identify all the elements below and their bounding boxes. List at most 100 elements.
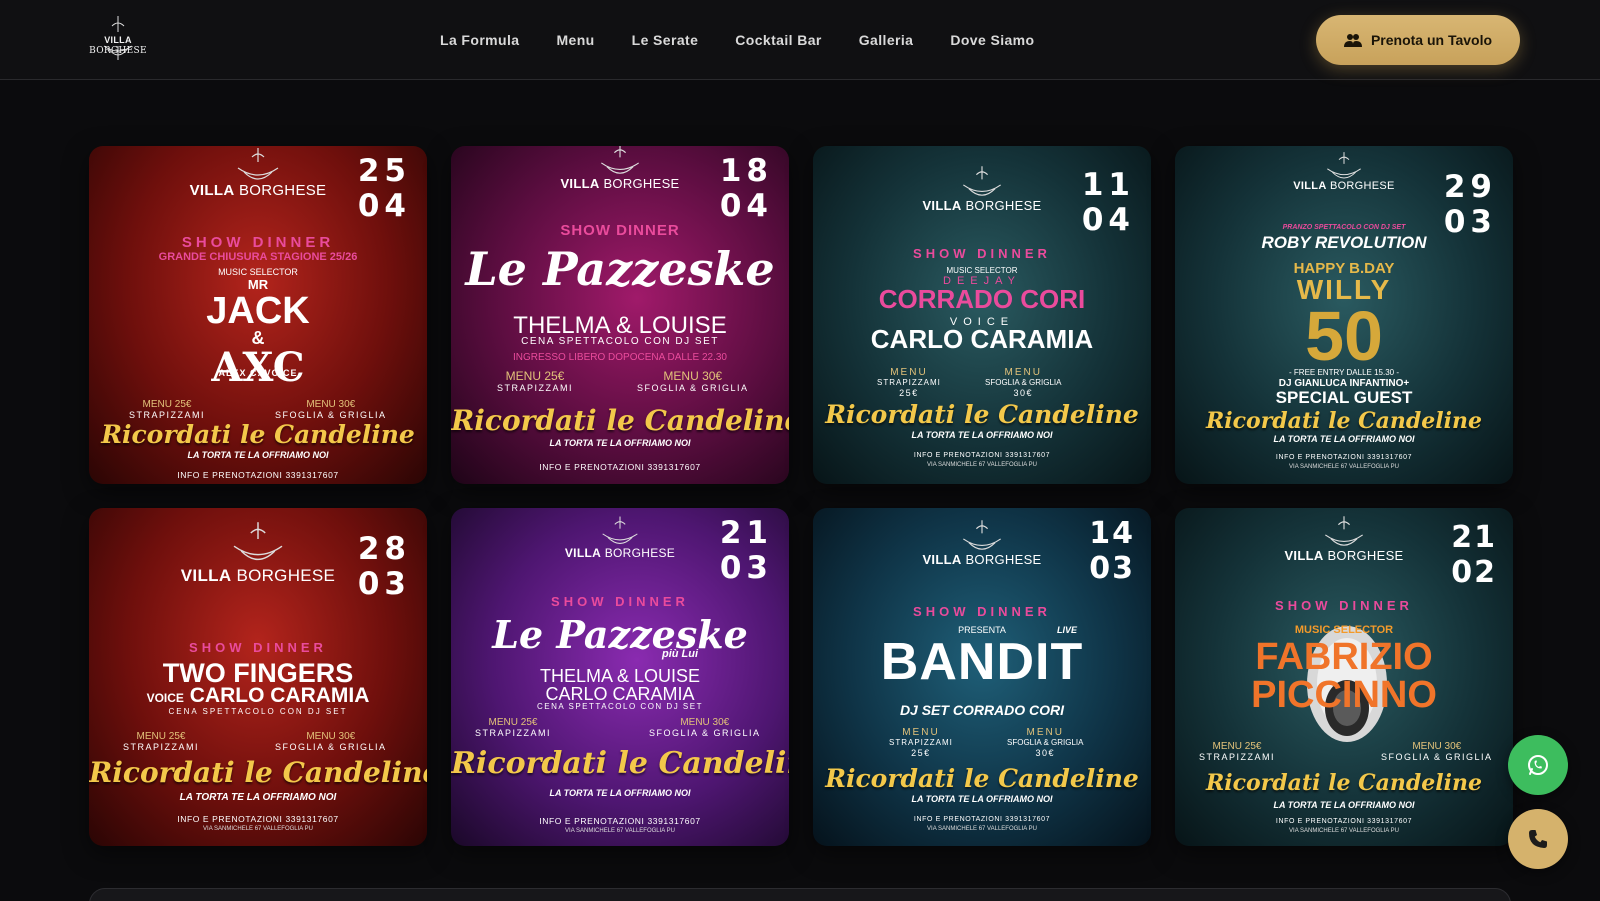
venue-address: VIA SANMICHELE 67 VALLEFOGLIA PU [1289, 464, 1399, 470]
nav-galleria[interactable]: Galleria [859, 32, 914, 48]
venue-address: VIA SANMICHELE 67 VALLEFOGLIA PU [565, 828, 675, 834]
menu-right: MENU 30€ SFOGLIA & GRIGLIA [649, 717, 761, 739]
booking-info: INFO E PRENOTAZIONI 3391317607 [1275, 454, 1413, 461]
menu-left: MENU 25€ STRAPIZZAMI [475, 717, 552, 739]
event-cena: CENA SPETTACOLO CON DJ SET [521, 336, 719, 347]
booking-info: INFO E PRENOTAZIONI 3391317607 [539, 462, 701, 472]
chandelier-icon [601, 146, 639, 174]
candeline-tagline: LA TORTA TE LA OFFRIAMO NOI [187, 450, 329, 460]
candeline-script: Ricordati le Candeline [1206, 770, 1482, 796]
nav-la-formula[interactable]: La Formula [440, 32, 519, 48]
event-type: SHOW DINNER [913, 246, 1051, 261]
booking-info: INFO E PRENOTAZIONI 3391317607 [913, 452, 1051, 459]
event-pranzo: PRANZO SPETTACOLO CON DJ SET [1282, 224, 1406, 231]
event-type: SHOW DINNER [189, 640, 327, 655]
event-card[interactable]: 21 03 VILLA BORGHESE SHOW DINNER Le Pazze… [451, 508, 789, 846]
chandelier-icon [1325, 516, 1363, 546]
candeline-script: Ricordati le Candeline [825, 764, 1139, 793]
nav-cocktail-bar[interactable]: Cocktail Bar [735, 32, 822, 48]
whatsapp-icon [1528, 755, 1548, 775]
event-artist-2: CARLO CARAMIA [870, 324, 1094, 354]
card-brand: VILLA BORGHESE [1175, 516, 1513, 563]
menu-right: MENU SFOGLIA & GRIGLIA 30€ [985, 367, 1062, 399]
booking-info: INFO E PRENOTAZIONI 3391317607 [1275, 818, 1413, 825]
menu-right: MENU 30€ SFOGLIA & GRIGLIA [275, 399, 387, 421]
event-card[interactable]: 28 03 VILLA BORGHESE SHOW DINNER TWO FING… [89, 508, 427, 846]
event-dj: DJ SET CORRADO CORI [899, 702, 1065, 718]
event-artist-2-sub: ALEX C. VOICE [218, 368, 298, 378]
event-title-sub: più Lui [661, 648, 699, 660]
chandelier-icon [963, 166, 1001, 196]
event-card[interactable]: 18 04 VILLA BORGHESE SHOW DINNER Le Pazze… [451, 146, 789, 484]
call-button[interactable] [1508, 809, 1568, 869]
chandelier-icon [233, 522, 283, 561]
event-cena: CENA SPETTACOLO CON DJ SET [537, 702, 703, 711]
event-card[interactable]: 14 03 VILLA BORGHESE SHOW DINNER PRESENTA… [813, 508, 1151, 846]
event-cena: CENA SPETTACOLO CON DJ SET [168, 707, 348, 716]
venue-address: VIA SANMICHELE 67 VALLEFOGLIA PU [927, 462, 1037, 468]
booking-info: INFO E PRENOTAZIONI 3391317607 [177, 470, 339, 480]
nav-menu[interactable]: Menu [556, 32, 594, 48]
venue-address: VIA SANMICHELE 67 VALLEFOGLIA PU [927, 826, 1037, 832]
event-number: 50 [1305, 297, 1383, 375]
menu-left: MENU 25€ STRAPIZZAMI [123, 731, 200, 753]
event-card[interactable]: 29 03 VILLA BORGHESE PRANZO SPETTACOLO CO… [1175, 146, 1513, 484]
card-brand: VILLA BORGHESE [451, 146, 789, 191]
booking-info: INFO E PRENOTAZIONI 3391317607 [913, 816, 1051, 823]
main-nav: La Formula Menu Le Serate Cocktail Bar G… [440, 0, 1071, 80]
menu-right: MENU SFOGLIA & GRIGLIA 30€ [1007, 727, 1084, 759]
book-table-button[interactable]: Prenota un Tavolo [1316, 15, 1520, 65]
candeline-tagline: LA TORTA TE LA OFFRIAMO NOI [179, 792, 337, 803]
menu-left: MENU STRAPIZZAMI 25€ [889, 727, 953, 759]
event-card[interactable]: 21 02 VILLA BORGHESE SHOW DINNER MUSIC SE… [1175, 508, 1513, 846]
people-icon [1343, 34, 1362, 47]
menu-left: MENU 25€ STRAPIZZAMI [1199, 741, 1276, 763]
candeline-tagline: LA TORTA TE LA OFFRIAMO NOI [911, 430, 1053, 440]
top-navbar: VILLA BORGHESE La Formula Menu Le Serate… [0, 0, 1600, 80]
event-type: SHOW DINNER [181, 234, 335, 251]
event-card[interactable]: 25 04 VILLA BORGHESE SHOW DINNER GRANDE C… [89, 146, 427, 484]
event-type: SHOW DINNER [1275, 598, 1413, 613]
candeline-script: Ricordati le Candeline [1206, 408, 1482, 434]
candeline-script: Ricordati le Candeline [89, 756, 427, 789]
logo-text: VILLA BORGHESE [89, 35, 147, 56]
event-title: Le Pazzeske [465, 242, 775, 296]
whatsapp-button[interactable] [1508, 735, 1568, 795]
event-guest: SPECIAL GUEST [1275, 388, 1413, 407]
event-free-entry: - FREE ENTRY DALLE 15.30 - [1289, 368, 1399, 377]
menu-left: MENU 25€ STRAPIZZAMI [497, 369, 574, 393]
event-artist: ROBY REVOLUTION [1261, 233, 1427, 252]
card-brand: VILLA BORGHESE [451, 516, 789, 560]
menu-right: MENU 30€ SFOGLIA & GRIGLIA [637, 369, 749, 393]
menu-right: MENU 30€ SFOGLIA & GRIGLIA [275, 731, 387, 753]
event-selector: MUSIC SELECTOR [218, 267, 298, 277]
event-artist-2: VOICE CARLO CARAMIA [146, 684, 370, 707]
event-artist-1: FABRIZIO [1255, 636, 1433, 678]
candeline-tagline: LA TORTA TE LA OFFRIAMO NOI [549, 788, 691, 798]
menu-left: MENU STRAPIZZAMI 25€ [877, 367, 941, 399]
candeline-tagline: LA TORTA TE LA OFFRIAMO NOI [911, 794, 1053, 804]
candeline-script: Ricordati le Candeline [101, 420, 415, 449]
event-artist-2: PICCINNO [1251, 674, 1437, 716]
event-artist-1: CORRADO CORI [878, 284, 1086, 314]
card-brand: VILLA BORGHESE [89, 148, 427, 199]
event-selector: MUSIC SELECTOR [946, 266, 1018, 275]
candeline-tagline: LA TORTA TE LA OFFRIAMO NOI [549, 438, 691, 448]
chandelier-icon [963, 520, 1001, 550]
card-brand: VILLA BORGHESE [813, 166, 1151, 213]
nav-le-serate[interactable]: Le Serate [632, 32, 699, 48]
bottom-section-panel [89, 888, 1511, 901]
booking-info: INFO E PRENOTAZIONI 3391317607 [539, 816, 701, 826]
site-logo[interactable]: VILLA BORGHESE [82, 16, 154, 62]
nav-dove-siamo[interactable]: Dove Siamo [950, 32, 1034, 48]
event-subtitle: GRANDE CHIUSURA STAGIONE 25/26 [158, 251, 358, 263]
event-selector: MUSIC SELECTOR [1294, 624, 1394, 636]
candeline-tagline: LA TORTA TE LA OFFRIAMO NOI [1273, 800, 1415, 810]
candeline-script: Ricordati le Candeline [451, 404, 789, 437]
event-type: SHOW DINNER [551, 594, 689, 609]
event-type: SHOW DINNER [560, 222, 680, 239]
candeline-script: Ricordati le Candeline [825, 400, 1139, 429]
event-card[interactable]: 11 04 VILLA BORGHESE SHOW DINNER MUSIC SE… [813, 146, 1151, 484]
card-brand: VILLA BORGHESE [813, 520, 1151, 567]
menu-right: MENU 30€ SFOGLIA & GRIGLIA [1381, 741, 1493, 763]
